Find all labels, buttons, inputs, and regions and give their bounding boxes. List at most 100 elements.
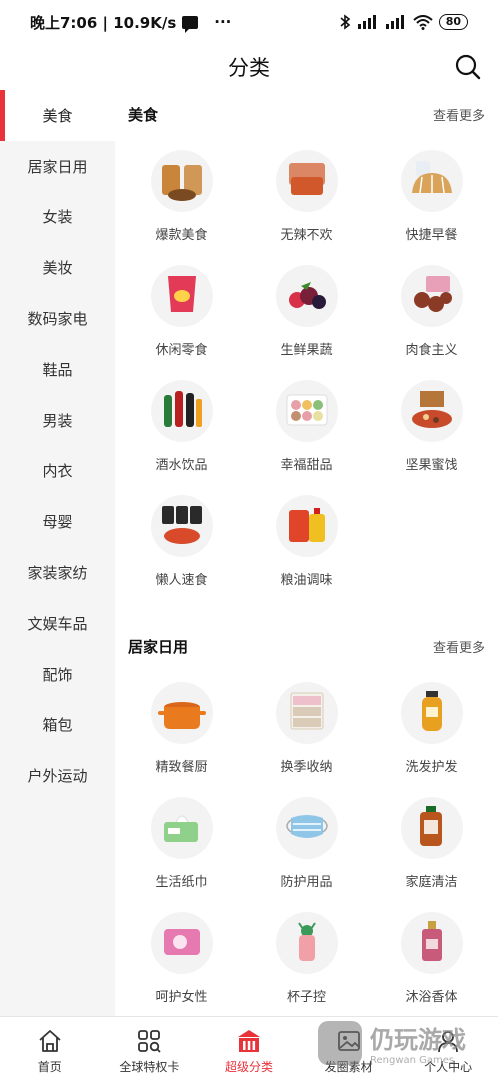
bluetooth-icon [340, 14, 350, 30]
subcategory-item[interactable]: 换季收纳 [244, 670, 369, 785]
shampoo-icon [421, 691, 442, 731]
sidebar-item-home-daily[interactable]: 居家日用 [0, 141, 115, 192]
nav-super-category[interactable]: 超级分类 [199, 1017, 299, 1080]
sidebar-item-baby[interactable]: 母婴 [0, 496, 115, 547]
subcategory-thumb [275, 150, 338, 212]
sidebar-item-label: 配饰 [42, 665, 73, 684]
subcategory-thumb [275, 682, 338, 744]
subcategory-label: 快捷早餐 [405, 228, 458, 243]
sidebar-item-underwear[interactable]: 内衣 [0, 446, 115, 497]
page-header: 分类 [0, 44, 498, 90]
sidebar-item-label: 居家日用 [27, 157, 88, 176]
subcategory-item[interactable]: 家庭清洁 [369, 785, 494, 900]
snack-bag-icon [161, 165, 202, 201]
sidebar-item-food[interactable]: 美食 [0, 90, 115, 141]
sidebar-item-accessories[interactable]: 配饰 [0, 649, 115, 700]
subcategory-thumb [150, 265, 213, 327]
subcategory-item[interactable]: 精致餐厨 [119, 670, 244, 785]
subcategory-label: 呵护女性 [155, 990, 208, 1005]
subcategory-thumb [400, 265, 463, 327]
section-header: 美食 查看更多 [115, 90, 498, 138]
rice-oil-icon [288, 508, 325, 542]
subcategory-thumb [150, 682, 213, 744]
battery-indicator: 80 [438, 14, 468, 30]
subcategory-item[interactable]: 洗发护发 [369, 670, 494, 785]
subcategory-thumb [275, 797, 338, 859]
subcategory-item[interactable]: 坚果蜜饯 [369, 368, 494, 483]
braised-meat-icon [413, 276, 452, 312]
sidebar-item-bags[interactable]: 箱包 [0, 700, 115, 751]
subcategory-item[interactable]: 懒人速食 [119, 483, 244, 598]
sidebar-item-label: 家装家纺 [27, 564, 88, 583]
subcategory-item[interactable]: 粮油调味 [244, 483, 369, 598]
sidebar-item-shoes[interactable]: 鞋品 [0, 344, 115, 395]
subcategory-item[interactable]: 生鲜果蔬 [244, 253, 369, 368]
subcategory-item[interactable]: 酒水饮品 [119, 368, 244, 483]
search-icon[interactable] [454, 53, 482, 81]
subcategory-item[interactable]: 肉食主义 [369, 253, 494, 368]
sidebar-item-label: 内衣 [42, 462, 73, 481]
category-content: 美食 查看更多 爆款美食 无辣不欢 快捷早餐 休闲零食 生鲜果蔬 肉食主义 酒水… [115, 90, 498, 1016]
view-more-link[interactable]: 查看更多 [433, 637, 485, 656]
subcategory-label: 幸福甜品 [280, 458, 333, 473]
subcategory-thumb [150, 380, 213, 442]
pot-icon [157, 702, 206, 729]
storage-drawer-icon [290, 692, 323, 730]
sidebar-item-label: 箱包 [42, 716, 73, 735]
subcategory-label: 坚果蜜饯 [405, 458, 458, 473]
status-time: 晚上7:06 | 10.9K/s [30, 13, 177, 32]
disinfectant-icon [419, 806, 442, 846]
sidebar-item-womens-wear[interactable]: 女装 [0, 192, 115, 243]
home-icon [39, 1030, 61, 1052]
chips-bag-icon [167, 276, 196, 312]
subcategory-thumb [150, 797, 213, 859]
nav-global-card[interactable]: 全球特权卡 [100, 1017, 200, 1080]
nav-home[interactable]: 首页 [0, 1017, 100, 1080]
pad-pack-icon [163, 929, 200, 955]
subcategory-item[interactable]: 爆款美食 [119, 138, 244, 253]
watermark-subtext: Rengwan Games [370, 1055, 455, 1066]
subcategory-item[interactable]: 幸福甜品 [244, 368, 369, 483]
sidebar-item-entertainment-car[interactable]: 文娱车品 [0, 598, 115, 649]
sidebar-item-label: 文娱车品 [27, 614, 88, 633]
subcategory-item[interactable]: 无辣不欢 [244, 138, 369, 253]
subcategory-item[interactable]: 休闲零食 [119, 253, 244, 368]
spicy-meat-icon [288, 163, 325, 195]
noodles-icon [161, 506, 202, 544]
perfume-icon [421, 921, 442, 961]
watermark-text: 仍玩游戏 [370, 1026, 466, 1054]
sidebar-item-label: 数码家电 [27, 310, 88, 329]
mask-icon [285, 815, 328, 838]
sidebar-item-outdoor[interactable]: 户外运动 [0, 750, 115, 801]
macaron-icon [286, 394, 327, 426]
sidebar-item-label: 美妆 [42, 259, 73, 278]
subcategory-label: 家庭清洁 [405, 875, 458, 890]
section-title: 居家日用 [128, 637, 189, 656]
subcategory-item[interactable]: 快捷早餐 [369, 138, 494, 253]
subcategory-thumb [150, 495, 213, 557]
subcategory-grid: 爆款美食 无辣不欢 快捷早餐 休闲零食 生鲜果蔬 肉食主义 酒水饮品 幸福甜品 … [115, 138, 498, 598]
view-more-link[interactable]: 查看更多 [433, 105, 485, 124]
nav-label: 首页 [37, 1060, 62, 1074]
subcategory-label: 休闲零食 [155, 343, 208, 358]
subcategory-item[interactable]: 防护用品 [244, 785, 369, 900]
subcategory-thumb [275, 265, 338, 327]
sidebar-item-digital[interactable]: 数码家电 [0, 293, 115, 344]
sidebar-item-label: 户外运动 [27, 767, 88, 786]
subcategory-label: 爆款美食 [155, 228, 208, 243]
subcategory-thumb [275, 495, 338, 557]
sidebar-item-beauty[interactable]: 美妆 [0, 242, 115, 293]
subcategory-label: 杯子控 [286, 990, 326, 1005]
subcategory-label: 洗发护发 [405, 760, 458, 775]
sidebar-item-mens-wear[interactable]: 男装 [0, 395, 115, 446]
subcategory-item[interactable]: 呵护女性 [119, 900, 244, 1015]
subcategory-item[interactable]: 沐浴香体 [369, 900, 494, 1015]
subcategory-thumb [400, 380, 463, 442]
subcategory-item[interactable]: 生活纸巾 [119, 785, 244, 900]
bottles-icon [163, 391, 202, 427]
subcategory-item[interactable]: 杯子控 [244, 900, 369, 1015]
subcategory-thumb [275, 380, 338, 442]
signal-icon-2 [385, 15, 404, 29]
sidebar-item-home-textile[interactable]: 家装家纺 [0, 547, 115, 598]
page-title: 分类 [228, 56, 270, 80]
